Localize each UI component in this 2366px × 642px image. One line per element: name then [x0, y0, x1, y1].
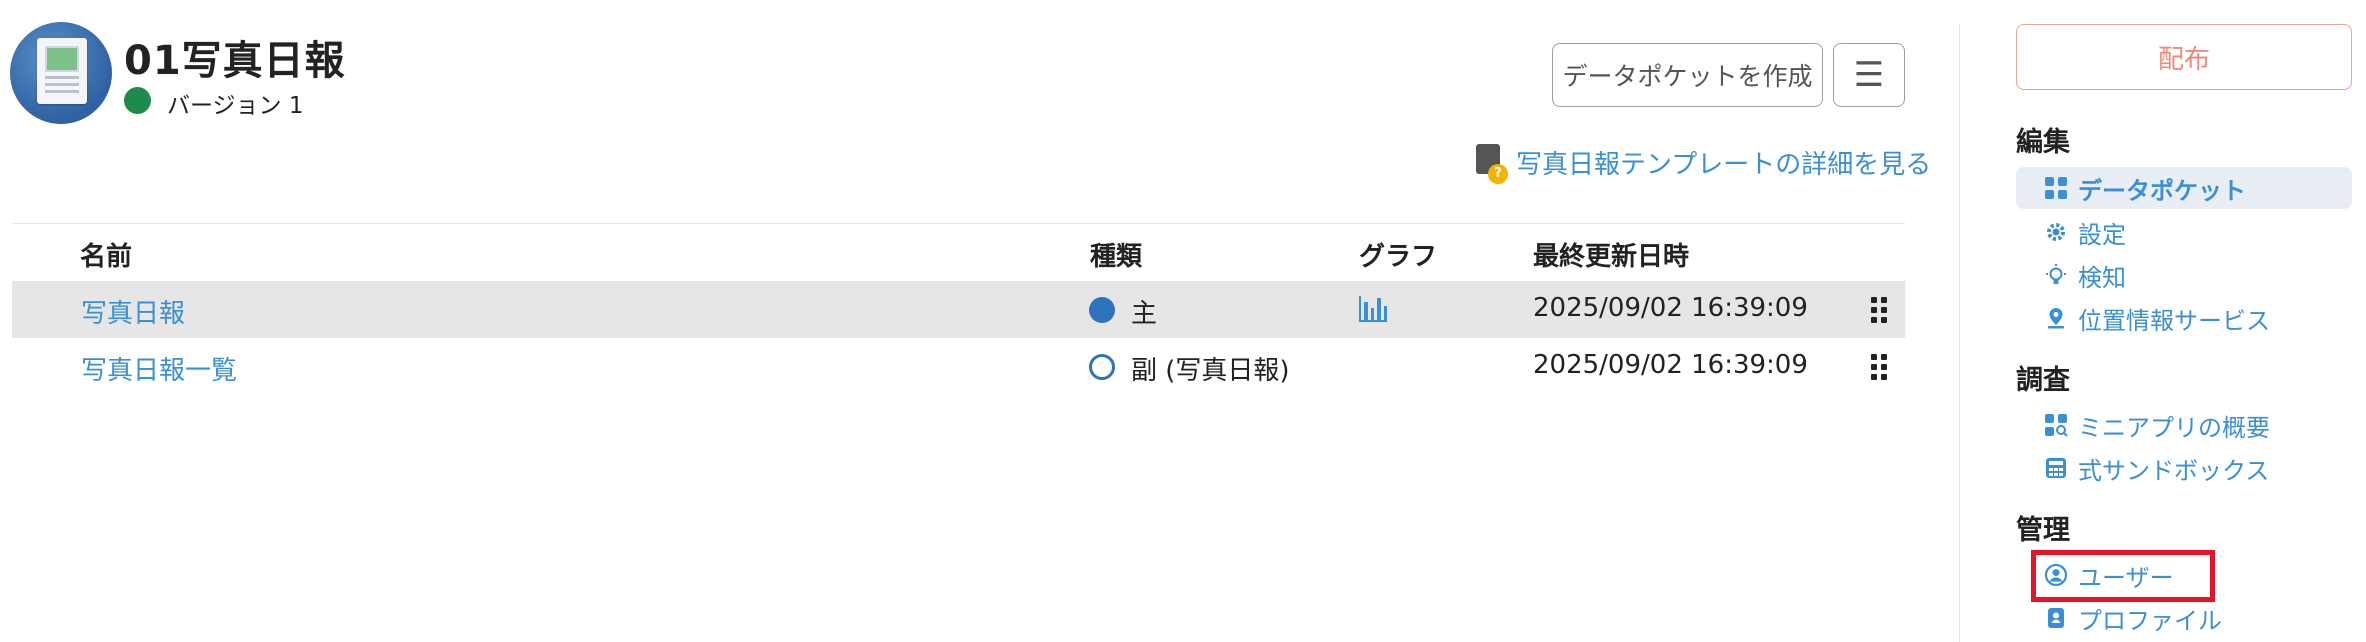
sidebar-item-detection[interactable]: 検知 — [2016, 254, 2126, 296]
document-icon — [37, 38, 87, 104]
primary-type-dot — [1089, 297, 1115, 323]
column-header-type: 種類 — [1090, 242, 1143, 272]
grid-icon — [2044, 176, 2068, 200]
profile-badge-icon — [2044, 606, 2068, 630]
menu-button[interactable]: ☰ — [1833, 43, 1905, 107]
row-type: 副 (写真日報) — [1131, 356, 1290, 386]
sidebar-item-label: プロファイル — [2078, 606, 2222, 635]
sidebar-item-label: データポケット — [2078, 176, 2246, 205]
table-divider — [12, 223, 1905, 224]
template-book-icon: ? — [1476, 142, 1508, 184]
drag-handle-icon[interactable] — [1871, 354, 1887, 380]
template-details-link[interactable]: ? 写真日報テンプレートの詳細を見る — [1476, 140, 1931, 184]
template-details-label: 写真日報テンプレートの詳細を見る — [1516, 149, 1932, 180]
distribute-button[interactable]: 配布 — [2016, 24, 2352, 90]
row-name-link[interactable]: 写真日報一覧 — [81, 350, 237, 387]
row-type: 主 — [1131, 299, 1158, 329]
column-header-graph: グラフ — [1359, 242, 1438, 272]
drag-handle-icon[interactable] — [1871, 297, 1887, 323]
hamburger-icon: ☰ — [1853, 55, 1885, 95]
sidebar-item-label: 位置情報サービス — [2078, 306, 2270, 335]
lightbulb-icon — [2044, 263, 2068, 287]
column-header-updated: 最終更新日時 — [1533, 242, 1690, 272]
page-title: 01写真日報 — [124, 38, 346, 84]
sidebar-separator — [1959, 24, 1960, 642]
sidebar-item-profile[interactable]: プロファイル — [2016, 597, 2222, 639]
graph-icon[interactable] — [1359, 296, 1387, 322]
version-status-dot — [124, 87, 151, 114]
sidebar-item-label: ミニアプリの概要 — [2078, 413, 2270, 442]
sidebar-item-label: 式サンドボックス — [2078, 456, 2270, 485]
highlight-box — [2031, 550, 2215, 602]
gear-icon — [2044, 220, 2068, 244]
secondary-type-ring — [1089, 354, 1115, 380]
column-header-name: 名前 — [80, 242, 133, 272]
calculator-icon — [2044, 456, 2068, 480]
sidebar-item-mini-app[interactable]: ミニアプリの概要 — [2016, 404, 2270, 446]
location-pin-icon — [2044, 306, 2068, 330]
create-datapocket-button[interactable]: データポケットを作成 — [1552, 43, 1823, 107]
grid-search-icon — [2044, 413, 2068, 437]
section-heading-edit: 編集 — [2016, 127, 2070, 158]
sidebar-item-data-pocket[interactable]: データポケット — [2016, 167, 2352, 209]
section-heading-survey: 調査 — [2016, 365, 2070, 396]
row-updated: 2025/09/02 16:39:09 — [1533, 293, 1808, 323]
sidebar-item-label: 設定 — [2078, 220, 2126, 249]
sidebar-item-sandbox[interactable]: 式サンドボックス — [2016, 447, 2269, 489]
sidebar-item-location[interactable]: 位置情報サービス — [2016, 297, 2270, 339]
version-label: バージョン 1 — [167, 93, 304, 119]
row-updated: 2025/09/02 16:39:09 — [1533, 350, 1808, 380]
section-heading-manage: 管理 — [2016, 515, 2070, 546]
sidebar-item-label: 検知 — [2078, 263, 2126, 292]
row-name-link[interactable]: 写真日報 — [81, 293, 185, 330]
app-icon — [10, 22, 112, 124]
sidebar-item-settings[interactable]: 設定 — [2016, 211, 2126, 253]
